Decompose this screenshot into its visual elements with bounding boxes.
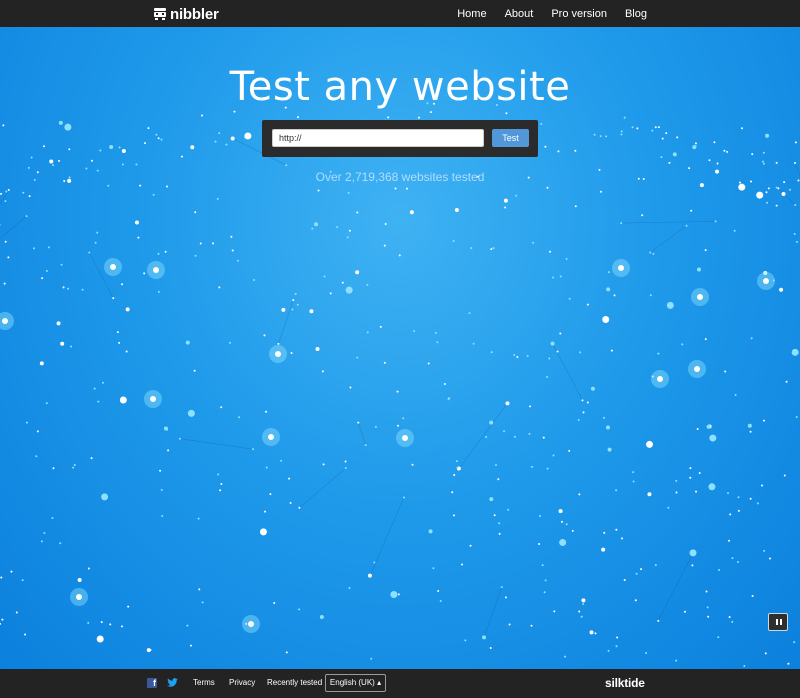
page-title: Test any website	[229, 64, 571, 110]
footer: f Terms Privacy Recently tested English …	[0, 669, 800, 698]
nav-blog[interactable]: Blog	[625, 8, 647, 20]
nav-pro-version[interactable]: Pro version	[551, 8, 607, 20]
silktide-brand[interactable]: silktide	[605, 676, 645, 690]
top-bar: nibbler Home About Pro version Blog	[0, 0, 800, 27]
nav-home[interactable]: Home	[457, 8, 486, 20]
facebook-icon[interactable]: f	[147, 678, 157, 688]
main-nav: Home About Pro version Blog	[439, 0, 647, 27]
hero-section: Test any website Test Over 2,719,368 web…	[0, 27, 800, 669]
footer-privacy-link[interactable]: Privacy	[229, 678, 255, 687]
footer-recently-tested-link[interactable]: Recently tested	[267, 678, 322, 687]
pause-icon	[776, 619, 778, 625]
nibbler-robot-icon	[154, 8, 166, 20]
pause-icon-bar	[780, 619, 782, 625]
logo[interactable]: nibbler	[154, 5, 219, 23]
logo-text: nibbler	[170, 5, 219, 23]
url-test-form: Test	[262, 120, 538, 157]
twitter-icon[interactable]	[167, 678, 178, 688]
footer-terms-link[interactable]: Terms	[193, 678, 215, 687]
nav-about[interactable]: About	[505, 8, 534, 20]
websites-tested-counter: Over 2,719,368 websites tested	[315, 170, 485, 184]
caret-up-icon: ▴	[377, 678, 382, 687]
language-select[interactable]: English (UK) ▴	[325, 674, 386, 692]
pause-button[interactable]	[768, 613, 788, 631]
test-button[interactable]: Test	[492, 129, 529, 147]
url-input[interactable]	[272, 129, 484, 147]
language-label: English (UK)	[329, 678, 375, 687]
